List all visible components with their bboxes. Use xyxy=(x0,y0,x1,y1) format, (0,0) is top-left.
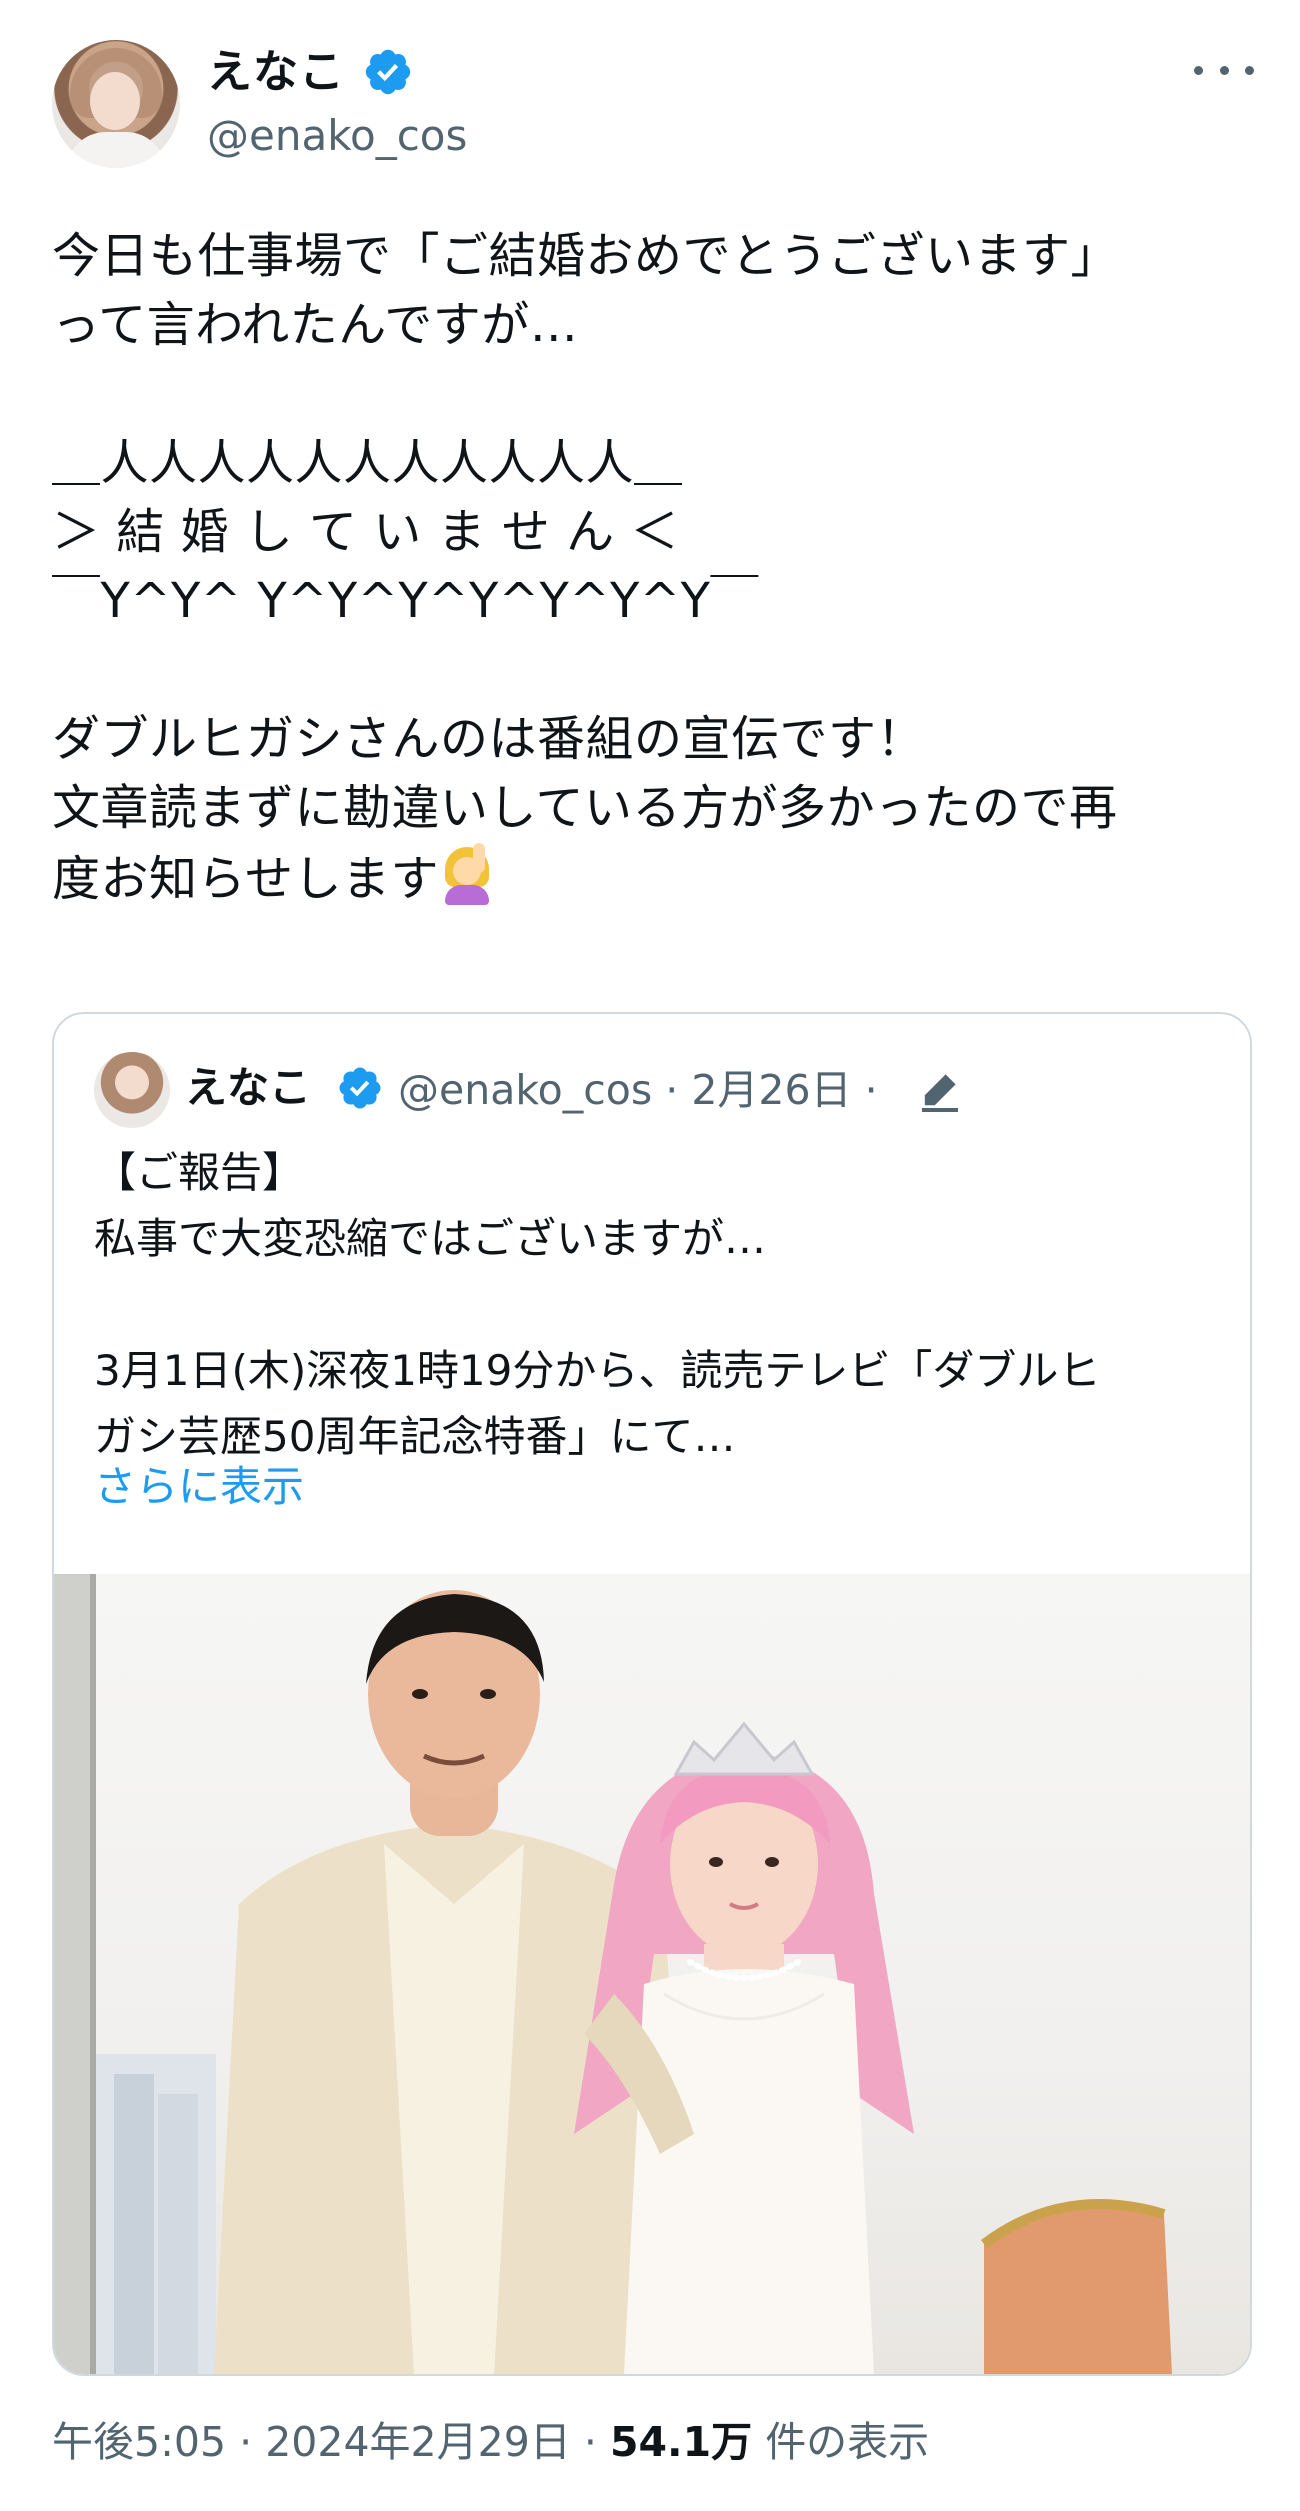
quoted-line: 私事で大変恐縮ではございますが… xyxy=(94,1214,767,1263)
tweet-line: 文章読まずに勘違いしている方が多かったので再 xyxy=(52,780,1118,836)
views-label: 件の表示 xyxy=(765,2418,930,2466)
quoted-tweet-date: 2月26日 xyxy=(691,1066,852,1114)
meta-separator: · xyxy=(864,1066,878,1114)
quoted-line: 【ご報告】 xyxy=(94,1148,305,1197)
tweet-date[interactable]: 2024年2月29日 xyxy=(265,2418,571,2466)
author-avatar[interactable] xyxy=(52,40,180,168)
tweet-text: 今日も仕事場で「ご結婚おめでとうございます」って言われたんですが… ​ ＿人人人人人… xyxy=(52,222,1272,914)
tweet-time[interactable]: 午後5:05 xyxy=(52,2418,226,2466)
quoted-tweet-text: 【ご報告】私事で大変恐縮ではございますが… ​ 3月1日(木)深夜1時19分から、読… xyxy=(94,1140,1224,1470)
tweet-line: ＞ 結 婚 し て い ま せ ん ＜ xyxy=(52,504,679,560)
quoted-author-avatar[interactable] xyxy=(94,1052,170,1128)
quoted-tweet-meta: @enako_cos · 2月26日 · xyxy=(398,1062,878,1118)
meta-separator: · xyxy=(583,2418,597,2466)
meta-separator: · xyxy=(239,2418,253,2466)
verified-badge-icon xyxy=(365,49,411,95)
edited-pencil-icon xyxy=(922,1074,958,1112)
tweet-line: ＿人人人人人人人人人人人＿ xyxy=(52,435,683,491)
more-options-icon[interactable] xyxy=(1194,50,1254,90)
tweet-line: って言われたんですが… xyxy=(52,297,579,353)
verified-badge-icon xyxy=(339,1067,381,1109)
tweet-line-blank: ​ xyxy=(52,636,1272,705)
quoted-tweet-photo[interactable] xyxy=(54,1574,1250,2374)
views-count: 54.1万 xyxy=(609,2418,753,2466)
tweet-line: 今日も仕事場で「ご結婚おめでとうございます」 xyxy=(52,228,1120,284)
tweet-line: 度お知らせします xyxy=(52,851,440,907)
wedding-photo-image xyxy=(54,1574,1172,2374)
tweet-footer: 午後5:05 · 2024年2月29日 · 54.1万 件の表示 xyxy=(52,2412,929,2472)
quoted-line: 3月1日(木)深夜1時19分から、読売テレビ「ダブルヒ xyxy=(94,1346,1101,1395)
quoted-author-display-name: えなこ xyxy=(185,1063,312,1112)
author-display-name[interactable]: えなこ xyxy=(207,42,345,102)
tweet-line-last: 度お知らせします xyxy=(52,843,1272,914)
tweet-line: ￣Y^Y^ Y^Y^Y^Y^Y^Y^Y￣ xyxy=(52,573,759,629)
quoted-tweet[interactable]: えなこ @enako_cos · 2月26日 · 【ご報告】私事で大変恐縮ではご… xyxy=(52,1012,1252,2376)
show-more-link[interactable]: さらに表示 xyxy=(94,1454,304,1520)
quoted-line-blank: ​ xyxy=(94,1272,1224,1338)
person-raising-hand-emoji-icon xyxy=(439,843,495,905)
author-handle[interactable]: @enako_cos xyxy=(207,108,467,164)
tweet-line-blank: ​ xyxy=(52,360,1272,429)
tweet-line: ダブルヒガシさんのは番組の宣伝です！ xyxy=(52,711,926,767)
quoted-author-handle: @enako_cos xyxy=(398,1066,653,1114)
meta-separator: · xyxy=(665,1066,679,1114)
tweet: えなこ @enako_cos 今日も仕事場で「ご結婚おめでとうございます」 って言… xyxy=(0,0,1300,2511)
